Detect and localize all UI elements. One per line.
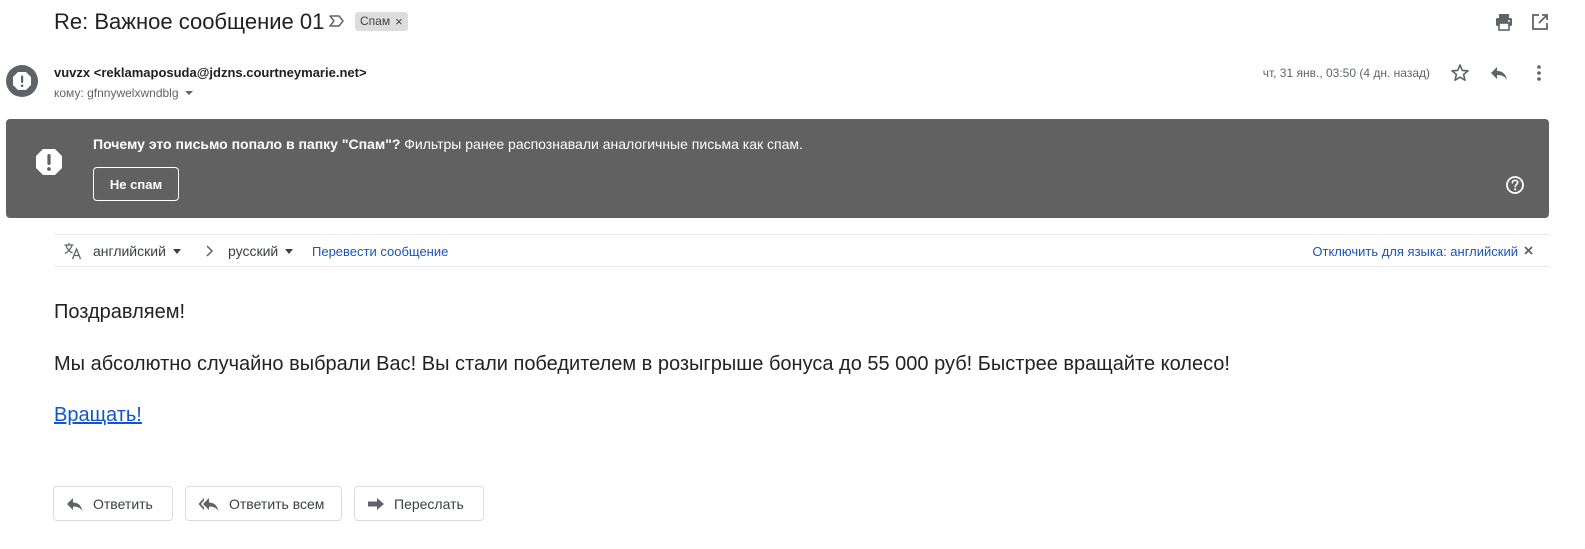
email-subject: Re: Важное сообщение 01 bbox=[54, 9, 325, 34]
reply-all-icon bbox=[198, 497, 219, 511]
disable-translation-link[interactable]: Отключить для языка: английский bbox=[1312, 244, 1518, 260]
print-icon[interactable] bbox=[1494, 12, 1514, 32]
show-details-caret-icon[interactable] bbox=[184, 91, 193, 95]
email-date: чт, 31 янв., 03:50 (4 дн. назад) bbox=[1262, 66, 1430, 80]
reply-button[interactable]: Ответить bbox=[53, 486, 173, 521]
chevron-down-icon bbox=[172, 249, 181, 254]
spam-label-chip: Спам × bbox=[355, 12, 408, 31]
spam-warning-icon bbox=[36, 149, 62, 175]
star-icon[interactable] bbox=[1450, 63, 1470, 83]
sender-email: <reklamaposuda@jdzns.courtneymarie.net> bbox=[93, 65, 367, 80]
more-options-icon[interactable] bbox=[1529, 63, 1549, 83]
spam-question: Почему это письмо попало в папку "Спам"? bbox=[93, 136, 401, 152]
sender-avatar bbox=[6, 65, 38, 97]
spam-warning-banner bbox=[6, 119, 1549, 218]
translate-icon bbox=[64, 243, 82, 260]
forward-button[interactable]: Переслать bbox=[354, 486, 484, 521]
spam-warning-icon bbox=[13, 72, 31, 90]
label-chip-text: Спам bbox=[360, 14, 391, 28]
recipient-line: кому: gfnnywelxwndblg bbox=[54, 85, 193, 101]
translate-message-link[interactable]: Перевести сообщение bbox=[312, 244, 448, 260]
forward-button-label: Переслать bbox=[394, 495, 464, 512]
message-greeting: Поздравляем! bbox=[54, 301, 186, 323]
target-language-label: русский bbox=[228, 243, 279, 259]
sender-line: vuvzx <reklamaposuda@jdzns.courtneymarie… bbox=[54, 64, 367, 81]
reply-icon[interactable] bbox=[1489, 63, 1509, 83]
target-language-select[interactable]: русский bbox=[228, 243, 294, 260]
spin-link[interactable]: Вращать! bbox=[54, 403, 142, 427]
close-icon[interactable] bbox=[1523, 245, 1534, 256]
help-icon[interactable] bbox=[1505, 175, 1525, 195]
reply-all-button[interactable]: Ответить всем bbox=[185, 486, 342, 521]
reply-all-button-label: Ответить всем bbox=[229, 495, 325, 512]
chevron-right-icon bbox=[206, 245, 214, 257]
chevron-down-icon bbox=[285, 249, 294, 254]
open-in-new-window-icon[interactable] bbox=[1530, 12, 1550, 32]
spam-explanation: Почему это письмо попало в папку "Спам"?… bbox=[93, 135, 803, 153]
sender-name: vuvzx bbox=[54, 65, 91, 80]
remove-label-button[interactable]: × bbox=[395, 12, 403, 31]
message-text: Мы абсолютно случайно выбрали Вас! Вы ст… bbox=[54, 353, 1230, 375]
spam-reason: Фильтры ранее распознавали аналогичные п… bbox=[400, 136, 803, 152]
reply-button-label: Ответить bbox=[93, 495, 153, 512]
source-language-select[interactable]: английский bbox=[93, 243, 181, 260]
importance-marker-icon[interactable] bbox=[328, 12, 346, 30]
recipient-text: кому: gfnnywelxwndblg bbox=[54, 86, 179, 100]
forward-icon bbox=[368, 497, 384, 510]
source-language-label: английский bbox=[93, 243, 166, 259]
not-spam-button[interactable]: Не спам bbox=[93, 167, 179, 201]
reply-icon bbox=[67, 497, 83, 511]
